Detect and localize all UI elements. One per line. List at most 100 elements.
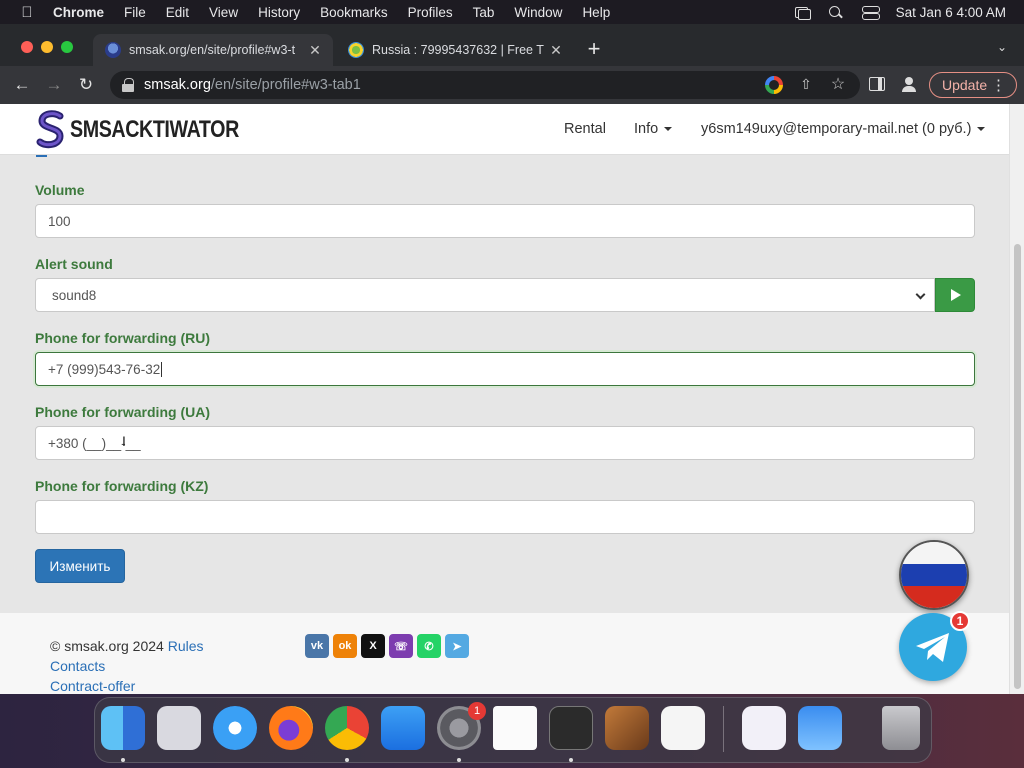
menu-tab[interactable]: Tab bbox=[473, 5, 495, 20]
tab-russia-number[interactable]: Russia : 79995437632 | Free T ✕ bbox=[336, 34, 574, 66]
visual-studio-icon[interactable] bbox=[742, 706, 786, 750]
menu-help[interactable]: Help bbox=[582, 5, 610, 20]
terminal-icon[interactable] bbox=[549, 706, 593, 750]
submit-button[interactable]: Изменить bbox=[35, 549, 125, 583]
address-bar[interactable]: smsak.org/en/site/profile#w3-tab1 bbox=[110, 71, 860, 99]
url-host: smsak.org bbox=[144, 77, 211, 93]
nav-info-dropdown[interactable]: Info bbox=[634, 121, 673, 137]
apple-icon[interactable]:  bbox=[17, 4, 37, 21]
phone-kz-label: Phone for forwarding (KZ) bbox=[35, 478, 209, 494]
nav-account-label: y6sm149uxy@temporary-mail.net (0 руб.) bbox=[701, 121, 972, 137]
forward-arrow-icon[interactable]: → bbox=[43, 74, 65, 96]
maximize-window-icon[interactable] bbox=[61, 41, 73, 53]
page-scrollbar[interactable] bbox=[1009, 104, 1024, 694]
chevron-down-icon bbox=[915, 289, 926, 300]
update-button[interactable]: Update ⋮ bbox=[929, 72, 1017, 98]
text-caret bbox=[161, 361, 163, 377]
close-tab-icon[interactable]: ✕ bbox=[307, 42, 323, 59]
alert-sound-select[interactable]: sound8 bbox=[35, 278, 935, 312]
share-icon[interactable]: ⇧ bbox=[797, 76, 815, 94]
app-store-icon[interactable] bbox=[381, 706, 425, 750]
back-arrow-icon[interactable]: ← bbox=[11, 74, 33, 96]
menu-bookmarks[interactable]: Bookmarks bbox=[320, 5, 388, 20]
lock-icon[interactable] bbox=[122, 78, 134, 92]
site-header: SMSACKTIWATOR Rental Info y6sm149uxy@tem… bbox=[0, 104, 1009, 155]
google-lens-icon[interactable] bbox=[765, 76, 783, 94]
copyright-text: © smsak.org 2024 bbox=[50, 638, 164, 654]
whatsapp-icon[interactable]: ✆ bbox=[417, 634, 441, 658]
minimize-window-icon[interactable] bbox=[41, 41, 53, 53]
launchpad-icon[interactable] bbox=[157, 706, 201, 750]
rules-link[interactable]: Rules bbox=[168, 638, 204, 654]
tab-title: smsak.org/en/site/profile#w3-t bbox=[129, 43, 296, 57]
play-sound-button[interactable] bbox=[935, 278, 975, 312]
system-settings-badge: 1 bbox=[468, 702, 486, 720]
phone-ua-label: Phone for forwarding (UA) bbox=[35, 404, 210, 420]
reload-icon[interactable]: ↻ bbox=[75, 74, 97, 96]
alert-sound-value: sound8 bbox=[52, 287, 97, 303]
menu-app-name[interactable]: Chrome bbox=[53, 5, 104, 20]
terminal-running-dot bbox=[569, 758, 573, 762]
garageband-icon[interactable] bbox=[605, 706, 649, 750]
new-tab-plus-icon[interactable]: + bbox=[584, 38, 604, 60]
menubar-clock[interactable]: Sat Jan 6 4:00 AM bbox=[896, 5, 1006, 20]
menu-profiles[interactable]: Profiles bbox=[408, 5, 453, 20]
chrome-icon[interactable] bbox=[325, 706, 369, 750]
window-switcher-icon[interactable] bbox=[794, 5, 811, 20]
contacts-link[interactable]: Contacts bbox=[50, 658, 105, 674]
menu-view[interactable]: View bbox=[209, 5, 238, 20]
finder-running-dot bbox=[121, 758, 125, 762]
tab-search-chevron-icon[interactable]: ⌄ bbox=[994, 40, 1010, 58]
telegram-notification-badge: 1 bbox=[950, 611, 970, 631]
menu-file[interactable]: File bbox=[124, 5, 146, 20]
spotlight-search-icon[interactable] bbox=[828, 5, 844, 19]
weather-icon[interactable] bbox=[798, 706, 842, 750]
close-window-icon[interactable] bbox=[21, 41, 33, 53]
scrollbar-thumb[interactable] bbox=[1014, 244, 1021, 689]
viber-icon[interactable]: ☏ bbox=[389, 634, 413, 658]
close-tab-icon[interactable]: ✕ bbox=[548, 42, 564, 59]
flag-blue-stripe bbox=[901, 563, 967, 587]
alert-sound-label: Alert sound bbox=[35, 256, 113, 272]
finder-icon[interactable] bbox=[101, 706, 145, 750]
caret-down-icon bbox=[664, 127, 673, 132]
checkbox-partial[interactable] bbox=[36, 155, 47, 157]
site-footer: © smsak.org 2024 Rules Contacts Contract… bbox=[0, 613, 1009, 694]
tab-title: Russia : 79995437632 | Free T bbox=[372, 43, 544, 57]
profile-avatar-icon[interactable] bbox=[901, 76, 917, 92]
safari-icon[interactable] bbox=[213, 706, 257, 750]
phone-ru-input[interactable]: +7 (999)543-76-32 bbox=[35, 352, 975, 386]
vscode-icon[interactable] bbox=[661, 706, 705, 750]
telegram-share-icon[interactable]: ➤ bbox=[445, 634, 469, 658]
smsak-favicon-icon bbox=[105, 42, 121, 58]
phone-ua-input[interactable]: +380 (__)__-__ bbox=[35, 426, 975, 460]
russia-flag-button[interactable] bbox=[899, 540, 969, 610]
menubar-status-area: Sat Jan 6 4:00 AM bbox=[794, 0, 1006, 24]
textedit-icon[interactable] bbox=[493, 706, 537, 750]
volume-label: Volume bbox=[35, 182, 85, 198]
contract-offer-link[interactable]: Contract-offer bbox=[50, 678, 135, 694]
dock-separator bbox=[723, 706, 724, 752]
more-menu-icon[interactable]: ⋮ bbox=[991, 76, 1006, 94]
nav-rental[interactable]: Rental bbox=[564, 121, 606, 137]
caret-down-icon bbox=[977, 127, 986, 132]
trash-icon[interactable] bbox=[882, 706, 920, 750]
site-logo[interactable]: SMSACKTIWATOR bbox=[36, 110, 276, 150]
menu-history[interactable]: History bbox=[258, 5, 300, 20]
nav-account-dropdown[interactable]: y6sm149uxy@temporary-mail.net (0 руб.) bbox=[701, 121, 986, 137]
vk-icon[interactable]: vk bbox=[305, 634, 329, 658]
phone-kz-input[interactable] bbox=[35, 500, 975, 534]
odnoklassniki-icon[interactable]: ok bbox=[333, 634, 357, 658]
tab-smsak-profile[interactable]: smsak.org/en/site/profile#w3-t ✕ bbox=[93, 34, 333, 66]
side-panel-icon[interactable] bbox=[869, 77, 885, 91]
macos-menu-bar:  Chrome File Edit View History Bookmark… bbox=[0, 0, 1024, 24]
menu-edit[interactable]: Edit bbox=[166, 5, 189, 20]
control-center-icon[interactable] bbox=[861, 5, 880, 20]
footer-copyright-line: © smsak.org 2024 Rules bbox=[50, 638, 204, 654]
bookmark-star-icon[interactable]: ☆ bbox=[829, 76, 847, 94]
firefox-icon[interactable] bbox=[269, 706, 313, 750]
volume-input[interactable]: 100 bbox=[35, 204, 975, 238]
nav-info-label: Info bbox=[634, 121, 659, 137]
x-twitter-icon[interactable]: X bbox=[361, 634, 385, 658]
menu-window[interactable]: Window bbox=[514, 5, 562, 20]
